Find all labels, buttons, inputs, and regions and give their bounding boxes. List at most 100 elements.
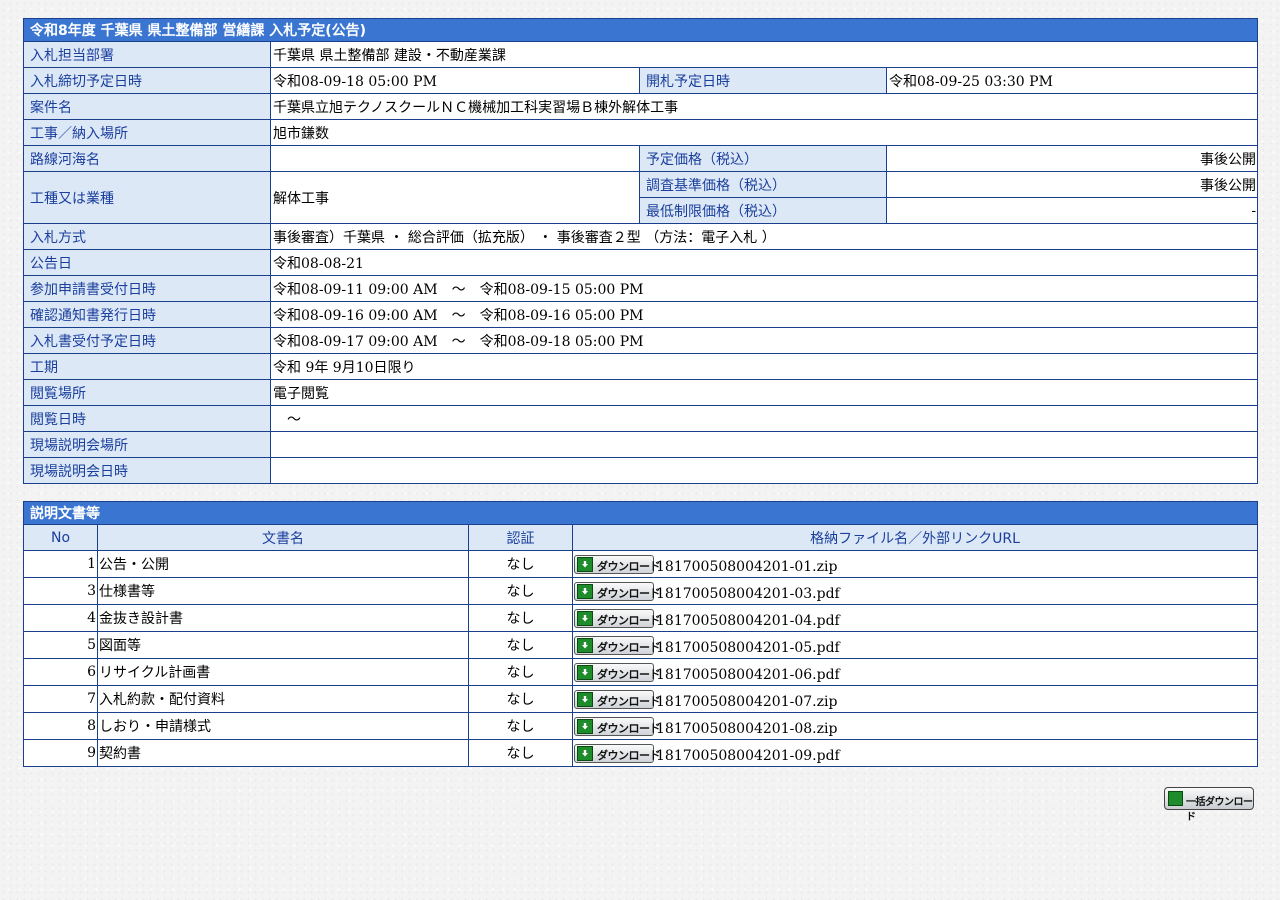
- doc-file-cell: ダウンロード 181700508004201-04.pdf: [572, 604, 1258, 632]
- label-announce: 公告日: [23, 249, 271, 276]
- doc-file-cell: ダウンロード 181700508004201-09.pdf: [572, 739, 1258, 767]
- label-receive: 入札書受付予定日時: [23, 327, 271, 354]
- doc-file-name: 181700508004201-04.pdf: [656, 613, 840, 629]
- label-min-price: 最低制限価格（税込）: [639, 197, 887, 224]
- doc-cert: なし: [468, 631, 573, 659]
- document-row: 7 入札約款・配付資料 なし ダウンロード 181700508004201-07.zip: [23, 685, 1258, 713]
- doc-name: 入札約款・配付資料: [97, 685, 469, 713]
- doc-cert: なし: [468, 712, 573, 740]
- doc-cert: なし: [468, 604, 573, 632]
- value-period: 令和 9年 9月10日限り: [269, 353, 1259, 380]
- label-opening: 開札予定日時: [639, 67, 887, 94]
- document-row: 4 金抜き設計書 なし ダウンロード 181700508004201-04.pdf: [23, 604, 1258, 632]
- doc-cert: なし: [468, 550, 573, 578]
- label-site-place: 現場説明会場所: [23, 431, 271, 458]
- value-route: [270, 145, 640, 172]
- label-apply: 参加申請書受付日時: [23, 275, 271, 302]
- download-button-label: ダウンロード: [597, 559, 661, 573]
- value-opening: 令和08-09-25 03:30 PM: [885, 67, 1259, 94]
- label-period: 工期: [23, 353, 271, 380]
- download-button-label: ダウンロード: [597, 640, 661, 654]
- doc-no: 4: [23, 604, 98, 632]
- download-button[interactable]: ダウンロード: [574, 581, 661, 601]
- label-deadline: 入札締切予定日時: [23, 67, 271, 94]
- value-category: 解体工事: [270, 171, 640, 224]
- bid-info-table: 令和8年度 千葉県 県土整備部 営繕課 入札予定(公告) 入札担当部署 千葉県 …: [22, 18, 1259, 484]
- value-method: 事後審査）千葉県 ・ 総合評価（拡充版） ・ 事後審査２型 （方法：電子入札 ）: [269, 223, 1259, 250]
- doc-name: 金抜き設計書: [97, 604, 469, 632]
- download-button-label: ダウンロード: [597, 748, 661, 762]
- doc-cert: なし: [468, 739, 573, 767]
- download-button-label: ダウンロード: [597, 586, 661, 600]
- document-row: 6 リサイクル計画書 なし ダウンロード 181700508004201-06.pdf: [23, 658, 1258, 686]
- doc-no: 8: [23, 712, 98, 740]
- value-view-place: 電子閲覧: [269, 379, 1259, 406]
- download-button[interactable]: ダウンロード: [574, 716, 661, 736]
- doc-no: 5: [23, 631, 98, 659]
- document-row: 8 しおり・申請様式 なし ダウンロード 181700508004201-08.zip: [23, 712, 1258, 740]
- documents-title: 説明文書等: [23, 501, 1258, 525]
- download-icon: [1168, 791, 1183, 806]
- value-planned-price: 事後公開: [885, 145, 1259, 172]
- value-receive: 令和08-09-17 09:00 AM ～ 令和08-09-18 05:00 P…: [269, 327, 1259, 354]
- document-rows: 1 公告・公開 なし ダウンロード 181700508004201-01.zip 3 仕様書…: [23, 550, 1258, 767]
- doc-file-name: 181700508004201-03.pdf: [656, 586, 840, 602]
- doc-name: 契約書: [97, 739, 469, 767]
- label-route: 路線河海名: [23, 145, 271, 172]
- document-row: 9 契約書 なし ダウンロード 181700508004201-09.pdf: [23, 739, 1258, 767]
- value-apply: 令和08-09-11 09:00 AM ～ 令和08-09-15 05:00 P…: [269, 275, 1259, 302]
- label-project: 案件名: [23, 93, 271, 120]
- download-icon: [577, 745, 593, 761]
- doc-no: 3: [23, 577, 98, 605]
- doc-no: 1: [23, 550, 98, 578]
- doc-name: リサイクル計画書: [97, 658, 469, 686]
- download-icon: [577, 664, 593, 680]
- download-button[interactable]: ダウンロード: [574, 662, 661, 682]
- doc-file-cell: ダウンロード 181700508004201-06.pdf: [572, 658, 1258, 686]
- col-header-name: 文書名: [97, 524, 469, 551]
- download-button-label: ダウンロード: [597, 667, 661, 681]
- doc-cert: なし: [468, 658, 573, 686]
- doc-name: 公告・公開: [97, 550, 469, 578]
- label-category: 工種又は業種: [23, 171, 271, 224]
- bulk-download-label: 一括ダウンロード: [1186, 797, 1253, 823]
- document-row: 3 仕様書等 なし ダウンロード 181700508004201-03.pdf: [23, 577, 1258, 605]
- value-site-time: [269, 457, 1259, 484]
- doc-file-name: 181700508004201-07.zip: [656, 694, 838, 710]
- doc-no: 9: [23, 739, 98, 767]
- documents-table: 説明文書等 No 文書名 認証 格納ファイル名／外部リンクURL 1 公告・公開な…: [23, 501, 1258, 767]
- label-survey-price: 調査基準価格（税込）: [639, 171, 887, 198]
- doc-name: 仕様書等: [97, 577, 469, 605]
- value-min-price: -: [885, 197, 1259, 224]
- label-site-time: 現場説明会日時: [23, 457, 271, 484]
- value-deadline: 令和08-09-18 05:00 PM: [270, 67, 640, 94]
- download-button-label: ダウンロード: [597, 613, 661, 627]
- doc-file-cell: ダウンロード 181700508004201-05.pdf: [572, 631, 1258, 659]
- value-dept: 千葉県 県土整備部 建設・不動産業課: [269, 41, 1259, 68]
- value-announce: 令和08-08-21: [269, 249, 1259, 276]
- label-dept: 入札担当部署: [23, 41, 271, 68]
- download-button-label: ダウンロード: [597, 694, 661, 708]
- doc-file-name: 181700508004201-06.pdf: [656, 667, 840, 683]
- download-icon: [577, 556, 593, 572]
- doc-file-cell: ダウンロード 181700508004201-07.zip: [572, 685, 1258, 713]
- doc-cert: なし: [468, 685, 573, 713]
- download-button[interactable]: ダウンロード: [574, 608, 661, 628]
- download-button[interactable]: ダウンロード: [574, 635, 661, 655]
- download-icon: [577, 583, 593, 599]
- value-survey-price: 事後公開: [885, 171, 1259, 198]
- download-button[interactable]: ダウンロード: [574, 743, 661, 763]
- download-button-label: ダウンロード: [597, 721, 661, 735]
- bid-info-title: 令和8年度 千葉県 県土整備部 営繕課 入札予定(公告): [22, 18, 1259, 42]
- download-button[interactable]: ダウンロード: [574, 689, 661, 709]
- download-button[interactable]: ダウンロード: [574, 554, 661, 574]
- download-icon: [577, 637, 593, 653]
- doc-no: 7: [23, 685, 98, 713]
- value-project: 千葉県立旭テクノスクールＮＣ機械加工科実習場Ｂ棟外解体工事: [269, 93, 1259, 120]
- bulk-download-button[interactable]: 一括ダウンロード: [1164, 787, 1254, 823]
- value-place: 旭市鎌数: [269, 119, 1259, 146]
- value-view-time: ～: [269, 405, 1259, 432]
- document-row: 1 公告・公開 なし ダウンロード 181700508004201-01.zip: [23, 550, 1258, 578]
- doc-name: しおり・申請様式: [97, 712, 469, 740]
- doc-file-cell: ダウンロード 181700508004201-08.zip: [572, 712, 1258, 740]
